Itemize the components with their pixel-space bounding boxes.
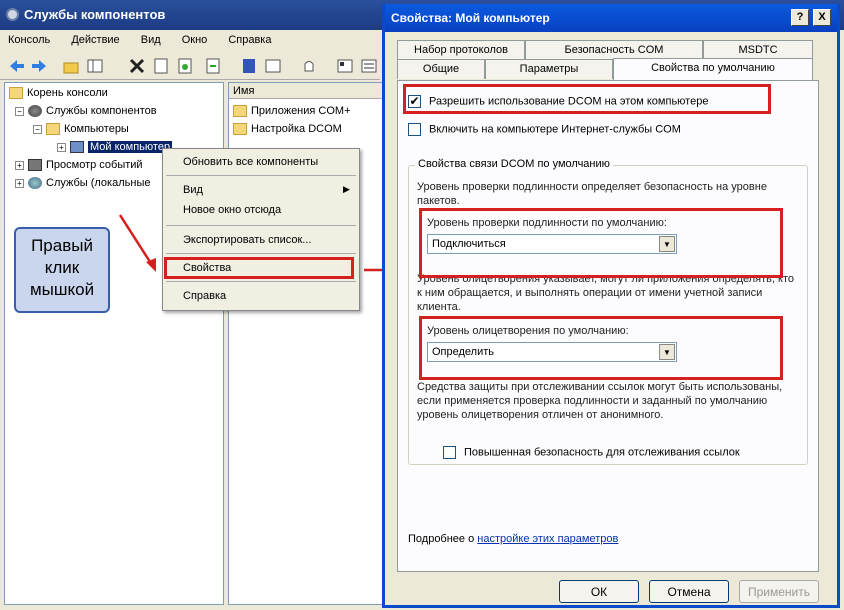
list-item[interactable]: Приложения COM+ [233, 105, 351, 118]
help-book-icon[interactable] [240, 57, 258, 75]
folder-icon [9, 87, 23, 100]
menu-help[interactable]: Справка [228, 34, 271, 46]
tree-item-component-services[interactable]: − Службы компонентов [15, 105, 157, 118]
more-info-link[interactable]: настройке этих параметров [477, 533, 618, 545]
list-item[interactable]: Настройка DCOM [233, 123, 342, 136]
list-view-icon[interactable] [360, 57, 378, 75]
menu-separator [166, 175, 356, 176]
menu-separator [166, 281, 356, 282]
menu-console[interactable]: Консоль [8, 34, 50, 46]
computer-icon [70, 141, 84, 154]
annotation-callout: Правый клик мышкой [14, 227, 110, 313]
tree-item-computers[interactable]: − Компьютеры [33, 123, 129, 136]
menu-view[interactable]: Вид [141, 34, 161, 46]
cancel-button[interactable]: Отмена [649, 580, 729, 603]
menu-action[interactable]: Действие [71, 34, 119, 46]
callout-line: Правый [31, 236, 93, 255]
tab-protocols[interactable]: Набор протоколов [397, 40, 525, 60]
expand-icon[interactable]: + [57, 142, 66, 152]
toolbar [0, 52, 380, 80]
large-icons-icon[interactable] [336, 57, 354, 75]
extra-security-label: Повышенная безопасность для отслеживания… [464, 446, 740, 459]
folder-icon [46, 123, 60, 136]
more-info: Подробнее о настройке этих параметров [408, 533, 618, 545]
tab-com-security[interactable]: Безопасность COM [525, 40, 703, 60]
menu-separator [166, 253, 356, 254]
export-icon[interactable] [204, 57, 222, 75]
enable-internet-row: Включить на компьютере Интернет-службы C… [408, 123, 681, 136]
menu-bar: Консоль Действие Вид Окно Справка [0, 30, 380, 52]
enable-internet-label: Включить на компьютере Интернет-службы C… [429, 123, 681, 136]
highlight-enable-dcom [403, 84, 771, 114]
extra-security-row: Повышенная безопасность для отслеживания… [443, 446, 740, 459]
component-services-icon [28, 105, 42, 118]
collapse-icon[interactable]: − [15, 106, 24, 116]
show-tree-icon[interactable] [86, 57, 104, 75]
more-info-text: Подробнее о [408, 533, 478, 545]
services-gear-icon [28, 177, 42, 190]
forward-arrow-icon[interactable] [30, 57, 48, 75]
properties-dialog: Свойства: Мой компьютер ? X Набор проток… [382, 4, 840, 608]
tracking-description: Средства защиты при отслеживании ссылок … [417, 381, 783, 421]
help-button[interactable]: ? [791, 9, 809, 26]
enable-internet-checkbox[interactable] [408, 123, 421, 136]
close-button[interactable]: X [813, 9, 831, 26]
highlight-auth-level [419, 208, 783, 278]
tree-item-my-computer[interactable]: + Мой компьютер [57, 141, 173, 154]
impersonation-description: Уровень олицетворения указывает, могут л… [417, 273, 794, 313]
expand-icon[interactable]: + [15, 160, 24, 170]
context-menu: Обновить все компоненты Вид ▶ Новое окно… [162, 148, 360, 311]
callout-line: клик [44, 258, 80, 277]
back-arrow-icon[interactable] [8, 57, 26, 75]
tab-general[interactable]: Общие [397, 59, 485, 79]
menu-item-refresh[interactable]: Обновить все компоненты [183, 156, 318, 168]
view-icon[interactable] [264, 57, 282, 75]
menu-item-help[interactable]: Справка [183, 290, 226, 302]
highlight-properties [164, 257, 354, 279]
collapse-icon[interactable]: − [33, 124, 42, 134]
pointer-arrow-icon [118, 214, 156, 272]
group-title: Свойства связи DCOM по умолчанию [415, 158, 613, 170]
properties-icon[interactable] [152, 57, 170, 75]
tree-item-root[interactable]: Корень консоли [9, 87, 108, 100]
menu-item-view[interactable]: Вид [183, 184, 203, 196]
dialog-titlebar: Свойства: Мой компьютер ? X [385, 4, 837, 32]
tree-item-event-viewer[interactable]: + Просмотр событий [15, 159, 143, 172]
folder-icon [233, 105, 247, 118]
expand-icon[interactable]: + [15, 178, 24, 188]
column-header-name[interactable]: Имя [229, 83, 387, 99]
callout-line: мышкой [29, 280, 95, 299]
bell-icon[interactable] [300, 57, 318, 75]
mmc-title: Службы компонентов [24, 7, 166, 22]
tree-item-services[interactable]: + Службы (локальные [15, 177, 150, 190]
menu-separator [166, 225, 356, 226]
ok-button[interactable]: ОК [559, 580, 639, 603]
refresh-icon[interactable] [176, 57, 194, 75]
component-services-icon [6, 8, 19, 21]
delete-icon[interactable] [128, 57, 146, 75]
menu-window[interactable]: Окно [182, 34, 208, 46]
event-viewer-icon [28, 159, 42, 172]
menu-item-new-window[interactable]: Новое окно отсюда [183, 204, 281, 216]
up-folder-icon[interactable] [62, 57, 80, 75]
apply-button[interactable]: Применить [739, 580, 819, 603]
highlight-impersonation-level [419, 316, 783, 380]
folder-icon [233, 123, 247, 136]
submenu-arrow-icon: ▶ [343, 184, 350, 194]
menu-item-export[interactable]: Экспортировать список... [183, 234, 311, 246]
tab-default-properties[interactable]: Свойства по умолчанию [613, 58, 813, 80]
auth-description: Уровень проверки подлинности определяет … [417, 181, 767, 207]
tab-options[interactable]: Параметры [485, 59, 613, 79]
dialog-title: Свойства: Мой компьютер [391, 11, 550, 25]
extra-security-checkbox[interactable] [443, 446, 456, 459]
tab-msdtc[interactable]: MSDTC [703, 40, 813, 60]
